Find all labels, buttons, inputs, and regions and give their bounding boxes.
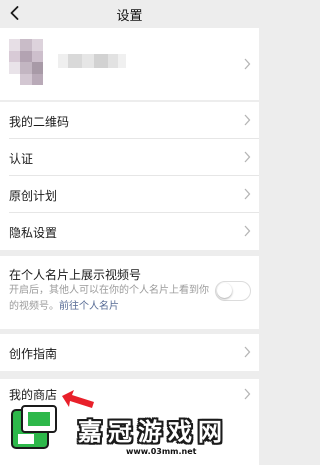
chevron-right-icon — [244, 188, 251, 200]
chevron-right-icon — [244, 151, 251, 163]
chevron-right-icon — [244, 58, 251, 70]
group-gap — [0, 371, 259, 379]
row-verify[interactable]: 认证 — [0, 139, 259, 176]
row-privacy[interactable]: 隐私设置 — [0, 213, 259, 250]
row-label: 隐私设置 — [9, 226, 58, 240]
video-card-title: 在个人名片上展示视频号 — [9, 268, 142, 282]
profile-card-link[interactable]: 前往个人名片 — [59, 301, 119, 312]
row-creator-guide[interactable]: 创作指南 — [0, 334, 259, 371]
video-card-description: 开启后，其他人可以在你的个人名片上看到你的视频号。前往个人名片 — [9, 283, 209, 315]
row-label: 原创计划 — [9, 189, 58, 203]
watermark-url: www.03mm.net — [126, 447, 197, 456]
settings-group: 我的二维码 认证 原创计划 隐私设置 — [0, 102, 259, 250]
chevron-right-icon — [244, 225, 251, 237]
watermark-brand: 嘉冠游戏网 — [78, 418, 228, 446]
page-title: 设置 — [116, 9, 143, 24]
nav-bar: 设置 — [0, 0, 259, 28]
watermark: 嘉冠游戏网 www.03mm.net — [0, 398, 259, 465]
profile-name-blurred — [58, 54, 126, 68]
row-label: 创作指南 — [9, 347, 58, 361]
toggle-knob — [217, 283, 232, 298]
row-label: 我的二维码 — [9, 115, 70, 129]
row-label: 认证 — [9, 152, 34, 166]
chevron-right-icon — [244, 114, 251, 126]
profile-row[interactable] — [0, 28, 259, 100]
row-qrcode[interactable]: 我的二维码 — [0, 102, 259, 139]
row-original-plan[interactable]: 原创计划 — [0, 176, 259, 213]
avatar — [9, 39, 43, 85]
site-logo-icon — [11, 405, 57, 449]
chevron-right-icon — [244, 346, 251, 358]
show-video-toggle[interactable] — [215, 281, 251, 301]
